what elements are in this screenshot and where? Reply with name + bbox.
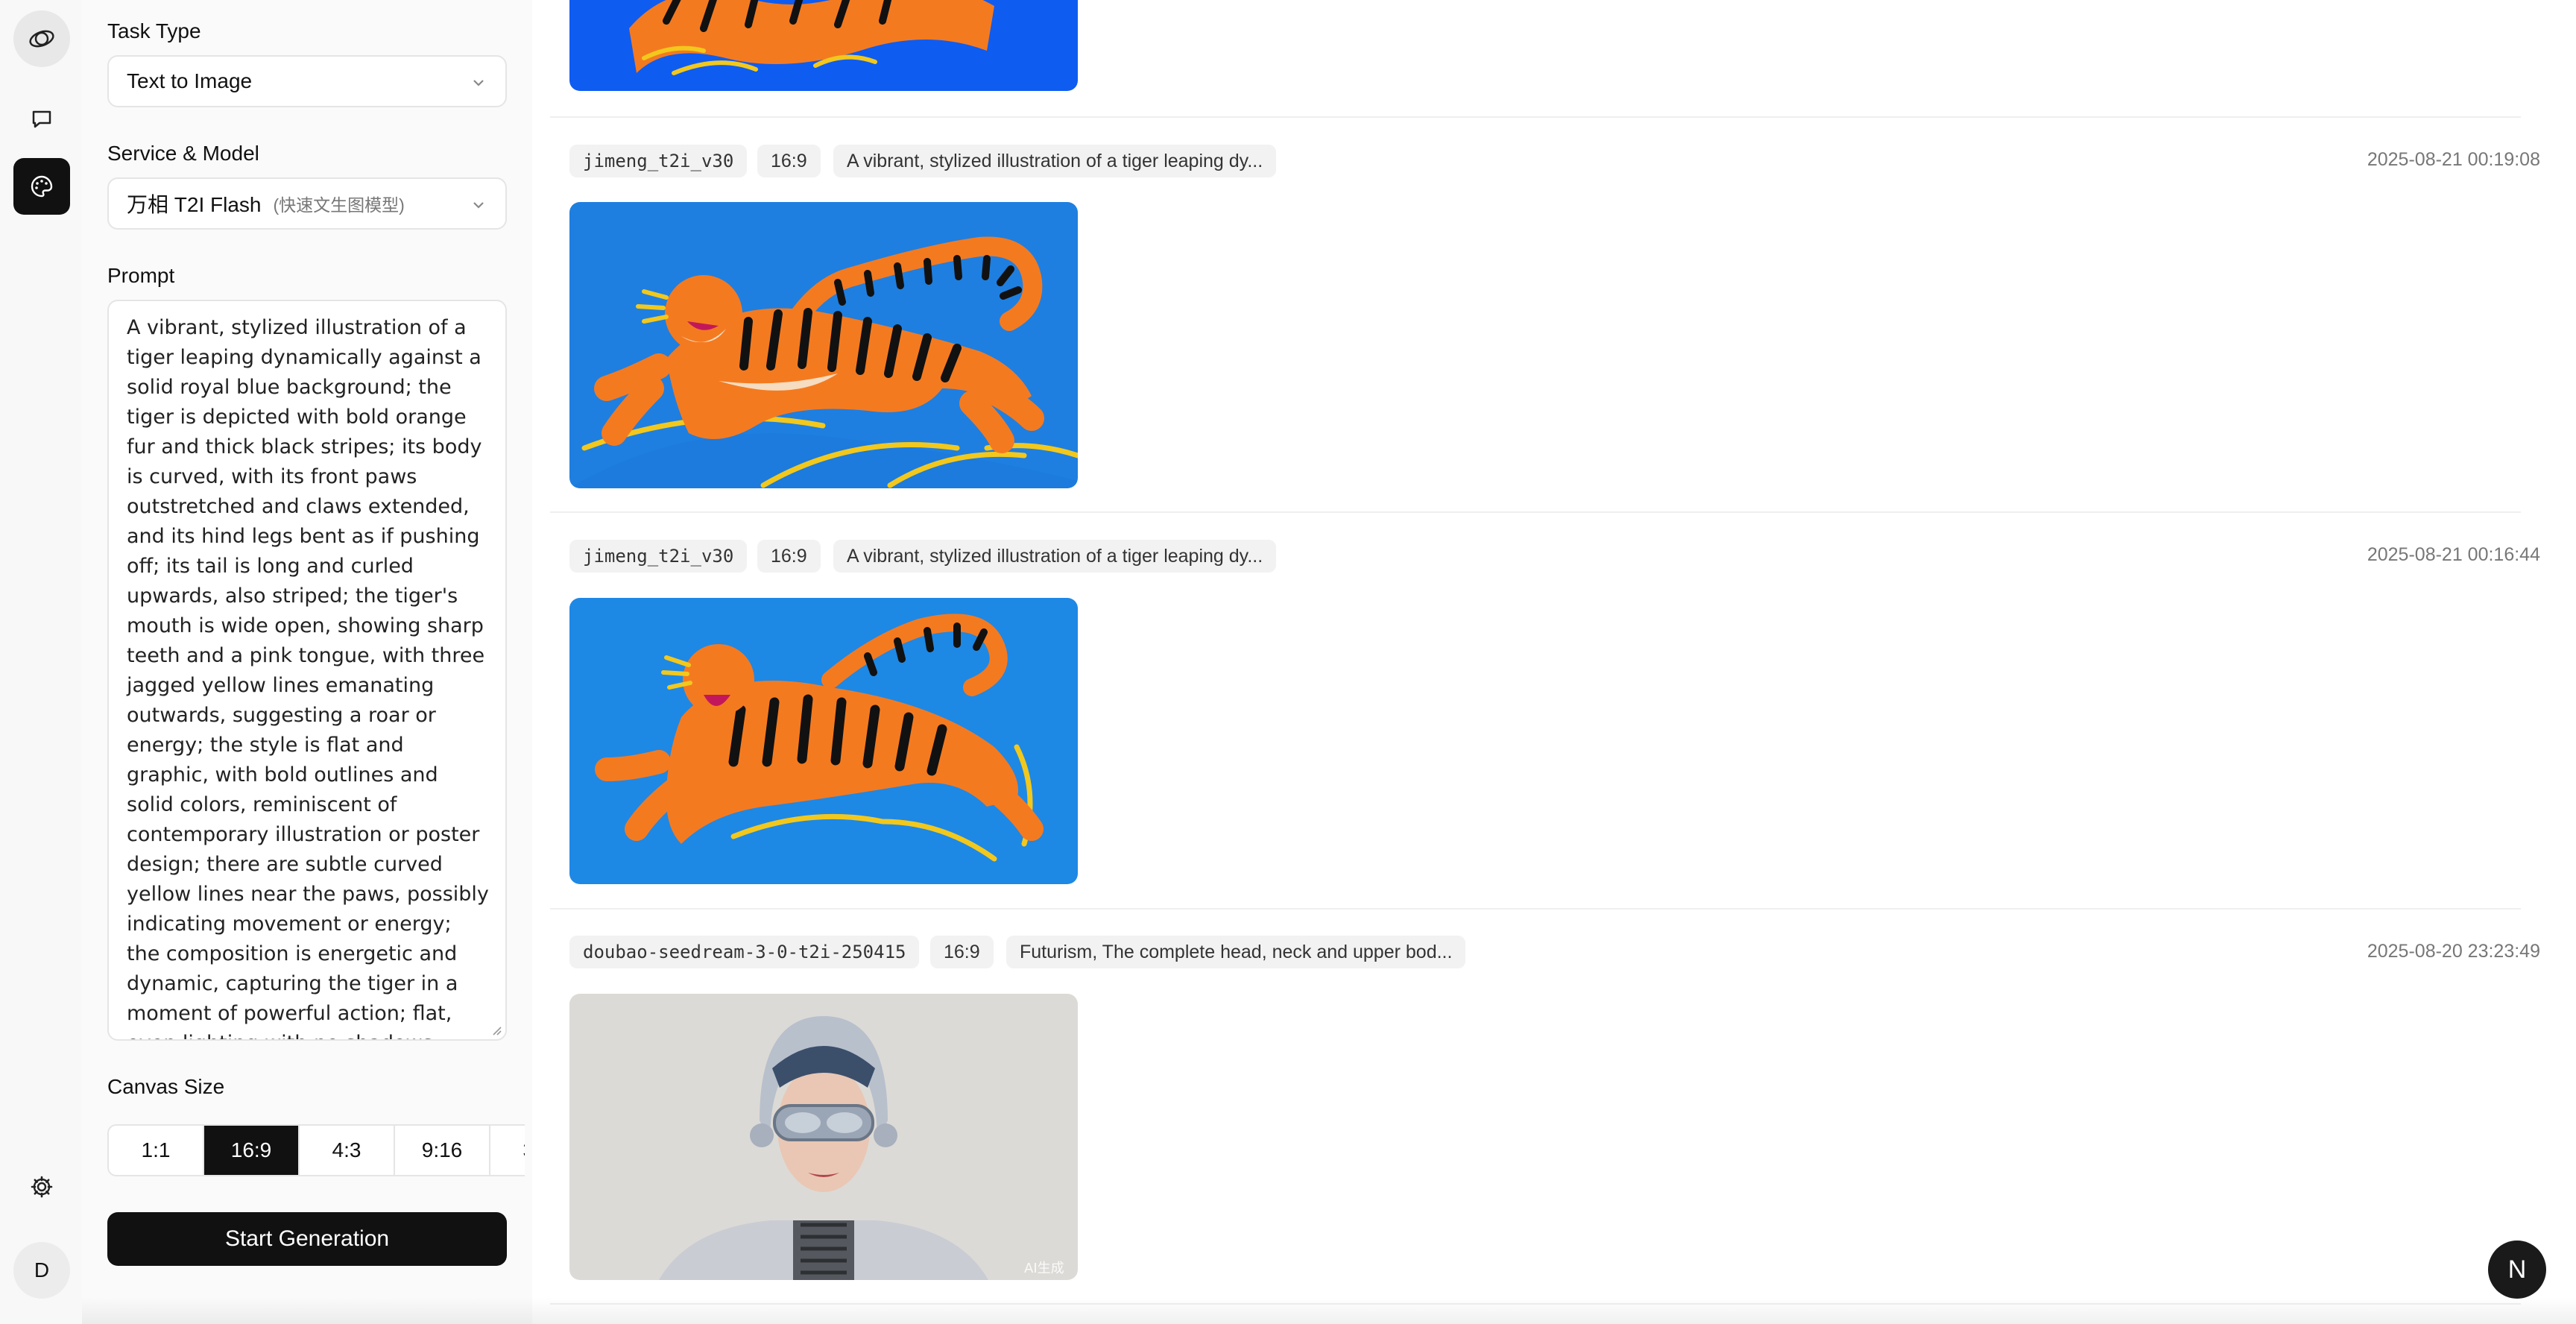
history-image-0[interactable] xyxy=(569,0,1078,91)
history-feed: jimeng_t2i_v30 16:9 A vibrant, stylized … xyxy=(532,0,2576,1324)
canvas-option-3-4[interactable]: 3:4 xyxy=(490,1126,525,1175)
row-divider xyxy=(550,908,2521,910)
prompt-tag[interactable]: Futurism, The complete head, neck and up… xyxy=(1006,936,1466,968)
canvas-option-1-1[interactable]: 1:1 xyxy=(109,1126,204,1175)
model-tag: jimeng_t2i_v30 xyxy=(569,145,748,177)
canvas-size-selector: 1:1 16:9 4:3 9:16 3:4 xyxy=(107,1124,525,1176)
row-divider xyxy=(550,511,2521,513)
task-type-label: Task Type xyxy=(107,19,201,42)
canvas-option-16-9[interactable]: 16:9 xyxy=(204,1126,300,1175)
prompt-textarea[interactable]: A vibrant, stylized illustration of a ti… xyxy=(107,300,507,1041)
history-image-2[interactable] xyxy=(569,598,1078,884)
prompt-tag[interactable]: A vibrant, stylized illustration of a ti… xyxy=(833,145,1277,177)
ratio-tag: 16:9 xyxy=(930,936,994,968)
model-tag: doubao-seedream-3-0-t2i-250415 xyxy=(569,936,920,968)
task-type-select[interactable]: Text to Image xyxy=(107,55,507,107)
canvas-option-4-3[interactable]: 4:3 xyxy=(300,1126,395,1175)
palette-icon[interactable] xyxy=(13,158,70,215)
app-rail: D xyxy=(0,0,82,1324)
canvas-size-label: Canvas Size xyxy=(107,1075,225,1098)
avatar[interactable]: D xyxy=(13,1242,70,1299)
model-tag: jimeng_t2i_v30 xyxy=(569,540,748,573)
chevron-down-icon xyxy=(473,202,484,209)
history-image-1[interactable] xyxy=(569,202,1078,488)
generation-panel: Task Type Text to Image Service & Model … xyxy=(82,0,534,1324)
timestamp: 2025-08-21 00:19:08 xyxy=(2367,149,2540,170)
history-image-3[interactable]: AI生成 xyxy=(569,994,1078,1280)
service-model-select[interactable]: 万相 T2I Flash (快速文生图模型) xyxy=(107,177,507,230)
chevron-down-icon xyxy=(473,80,484,86)
prompt-text: A vibrant, stylized illustration of a ti… xyxy=(127,316,489,1039)
ratio-tag: 16:9 xyxy=(757,145,821,177)
ratio-tag: 16:9 xyxy=(757,540,821,573)
floating-n-button[interactable]: N xyxy=(2488,1241,2546,1299)
start-generation-button[interactable]: Start Generation xyxy=(107,1212,507,1266)
bottom-shadow xyxy=(82,1297,2576,1324)
service-model-value: 万相 T2I Flash xyxy=(127,193,262,216)
task-type-value: Text to Image xyxy=(127,69,253,92)
timestamp: 2025-08-20 23:23:49 xyxy=(2367,941,2540,962)
logo-icon[interactable] xyxy=(13,10,70,67)
gear-icon[interactable] xyxy=(13,1158,70,1215)
timestamp: 2025-08-21 00:16:44 xyxy=(2367,544,2540,565)
service-model-subtitle: (快速文生图模型) xyxy=(273,195,405,215)
row-divider xyxy=(550,116,2521,118)
prompt-tag[interactable]: A vibrant, stylized illustration of a ti… xyxy=(833,540,1277,573)
service-model-label: Service & Model xyxy=(107,142,259,165)
watermark-text: AI生成 xyxy=(1024,1261,1064,1276)
canvas-option-9-16[interactable]: 9:16 xyxy=(395,1126,490,1175)
resize-handle-icon[interactable] xyxy=(489,1023,502,1036)
prompt-label: Prompt xyxy=(107,264,175,287)
chat-icon[interactable] xyxy=(13,91,70,148)
